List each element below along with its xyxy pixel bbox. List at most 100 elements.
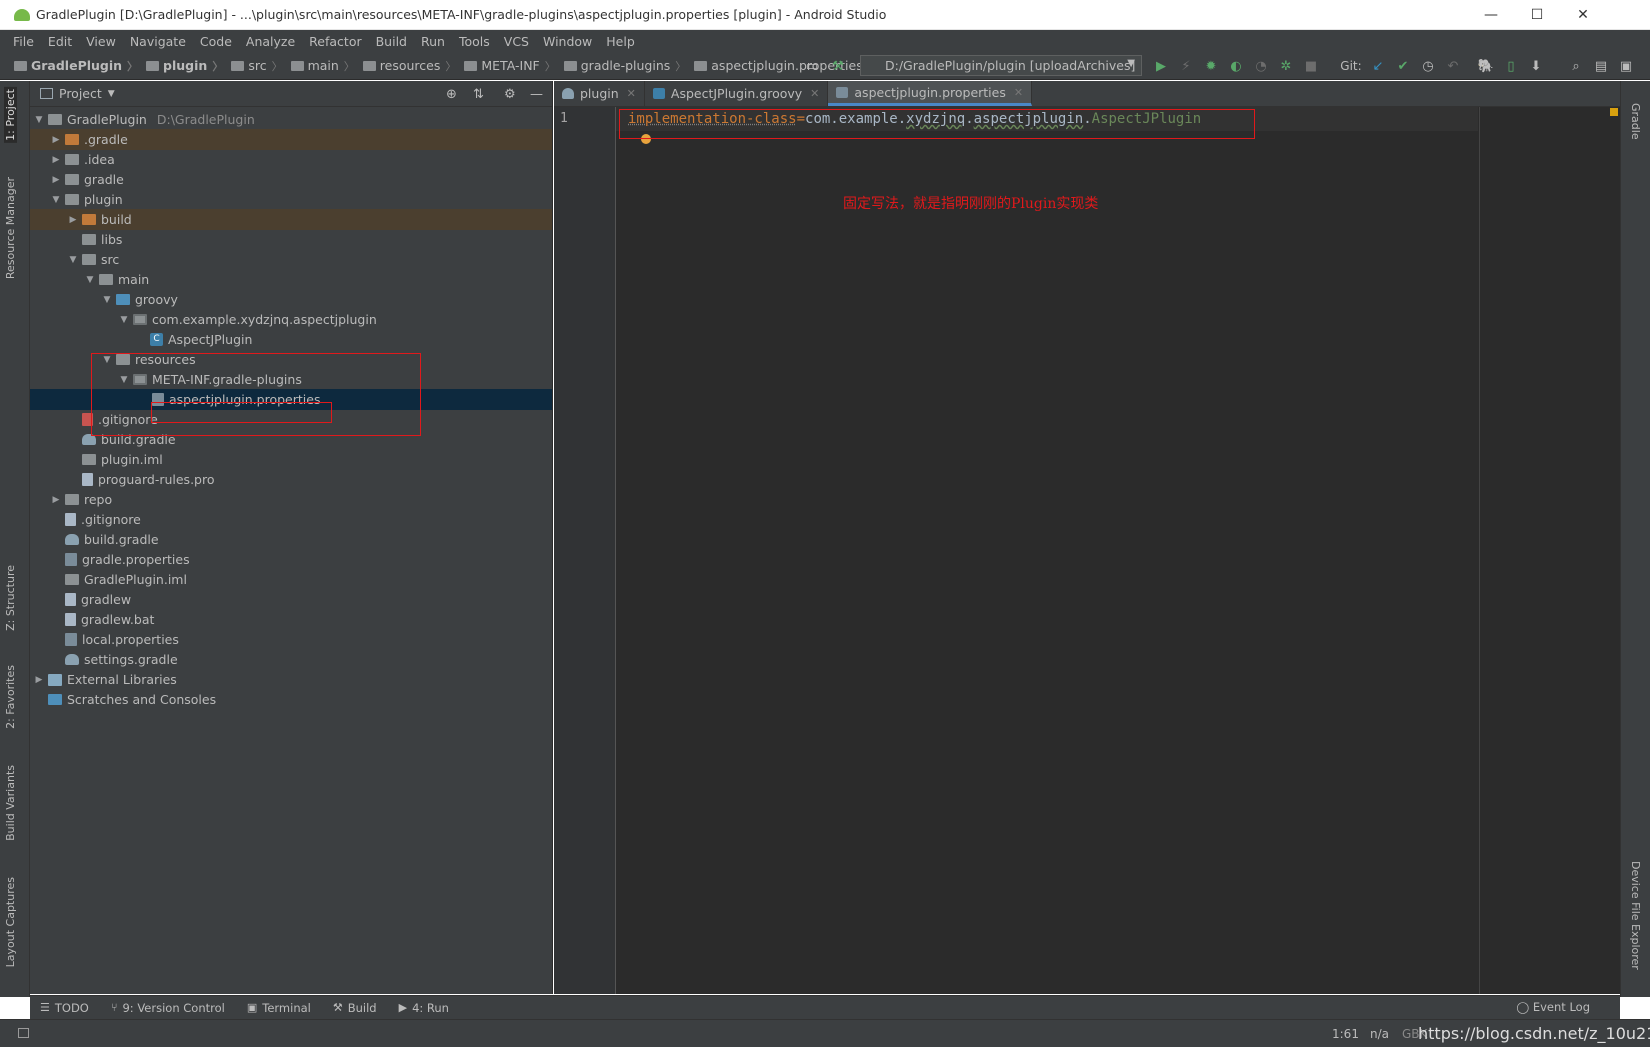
breadcrumb-item[interactable]: META-INF 〉: [458, 58, 557, 74]
breadcrumb-item[interactable]: resources 〉: [357, 58, 459, 74]
folder-icon: [464, 60, 478, 71]
tool-tab-todo[interactable]: ☰ TODO: [40, 1001, 89, 1015]
collapse-all-icon[interactable]: ⇅: [473, 87, 484, 102]
tree-item[interactable]: gradle.properties: [30, 549, 552, 570]
tree-item[interactable]: ▼ groovy: [30, 289, 552, 310]
menu-view[interactable]: View: [79, 34, 123, 49]
tree-item[interactable]: ▼ main: [30, 269, 552, 290]
menu-edit[interactable]: Edit: [41, 34, 79, 49]
sdk-manager-icon[interactable]: ⬇: [1528, 58, 1544, 74]
menu-navigate[interactable]: Navigate: [123, 34, 193, 49]
tool-tab-device-file-explorer[interactable]: Device File Explorer: [1629, 861, 1642, 970]
tool-tab-terminal[interactable]: ▣ Terminal: [247, 1001, 311, 1015]
tool-tab-run[interactable]: ▶ 4: Run: [399, 1001, 449, 1015]
breadcrumb-item[interactable]: src 〉: [225, 58, 284, 74]
tree-item[interactable]: gradlew.bat: [30, 609, 552, 630]
close-tab-icon[interactable]: ✕: [627, 87, 636, 100]
warning-stripe-marker[interactable]: [1610, 108, 1618, 116]
debug-icon[interactable]: ✹: [1203, 58, 1219, 74]
tree-item[interactable]: Scratches and Consoles: [30, 689, 552, 710]
tree-item[interactable]: ▶ .idea: [30, 149, 552, 170]
tool-tab-favorites[interactable]: 2: Favorites: [4, 665, 17, 729]
tree-item[interactable]: ▶ repo: [30, 489, 552, 510]
tool-tab-build-variants[interactable]: Build Variants: [4, 765, 17, 841]
sync-gradle-icon[interactable]: 🐘: [1478, 58, 1494, 74]
tab-plugin[interactable]: plugin ✕: [554, 81, 645, 106]
tool-tab-event-log[interactable]: ◯ Event Log: [1516, 1000, 1590, 1014]
breadcrumb-item[interactable]: gradle-plugins 〉: [558, 58, 689, 74]
menu-build[interactable]: Build: [369, 34, 414, 49]
minimize-button[interactable]: —: [1468, 0, 1514, 30]
tree-item[interactable]: proguard-rules.pro: [30, 469, 552, 490]
tree-item[interactable]: GradlePlugin.iml: [30, 569, 552, 590]
avd-manager-icon[interactable]: ▯: [1503, 58, 1519, 74]
tool-tab-build[interactable]: ⚒ Build: [333, 1001, 377, 1015]
caret-position[interactable]: 1:61: [1332, 1027, 1359, 1041]
project-structure-icon[interactable]: ▭: [804, 58, 820, 74]
tree-item[interactable]: settings.gradle: [30, 649, 552, 670]
menu-analyze[interactable]: Analyze: [239, 34, 302, 49]
menu-refactor[interactable]: Refactor: [302, 34, 368, 49]
tree-item[interactable]: ▶ .gradle: [30, 129, 552, 150]
vcs-update-icon[interactable]: ↙: [1370, 58, 1386, 74]
project-view-icon[interactable]: ▤: [1593, 58, 1609, 74]
apply-changes-icon[interactable]: ⚡: [1178, 58, 1194, 74]
tree-item[interactable]: ▼ src: [30, 249, 552, 270]
tree-item[interactable]: .gitignore: [30, 509, 552, 530]
close-tab-icon[interactable]: ✕: [1014, 86, 1023, 99]
attach-debugger-icon[interactable]: ✲: [1278, 58, 1294, 74]
menu-window[interactable]: Window: [536, 34, 599, 49]
breadcrumb-item[interactable]: main 〉: [285, 58, 357, 74]
tool-tab-gradle[interactable]: Gradle: [1629, 103, 1642, 140]
code-editor[interactable]: 1 implementation-class=com.example.xydzj…: [554, 107, 1620, 994]
breadcrumb-item[interactable]: plugin 〉: [140, 58, 225, 74]
coverage-icon[interactable]: ◐: [1228, 58, 1244, 74]
stop-icon[interactable]: ■: [1303, 58, 1319, 74]
account-icon[interactable]: ▣: [1618, 58, 1634, 74]
tree-item[interactable]: gradlew: [30, 589, 552, 610]
tree-item[interactable]: ▼ plugin: [30, 189, 552, 210]
tool-tab-project[interactable]: 1: Project: [4, 87, 17, 143]
tree-item[interactable]: ▶ build: [30, 209, 552, 230]
project-view-selector[interactable]: Project: [59, 86, 102, 101]
chevron-down-icon[interactable]: ▼: [108, 89, 115, 99]
menu-vcs[interactable]: VCS: [497, 34, 536, 49]
tool-tab-structure[interactable]: Z: Structure: [4, 565, 17, 631]
search-icon[interactable]: ⌕: [1568, 58, 1584, 74]
tree-item[interactable]: ▼ com.example.xydzjnq.aspectjplugin: [30, 309, 552, 330]
tree-item[interactable]: build.gradle: [30, 529, 552, 550]
menu-help[interactable]: Help: [599, 34, 642, 49]
tree-item[interactable]: C AspectJPlugin: [30, 329, 552, 350]
tree-item[interactable]: libs: [30, 229, 552, 250]
menu-file[interactable]: File: [6, 34, 41, 49]
tree-item[interactable]: ▶ External Libraries: [30, 669, 552, 690]
menu-code[interactable]: Code: [193, 34, 239, 49]
tool-tab-layout-captures[interactable]: Layout Captures: [4, 877, 17, 967]
tree-item[interactable]: ▼ GradlePlugin D:\GradlePlugin: [30, 109, 552, 130]
hide-panel-icon[interactable]: —: [530, 87, 543, 102]
vcs-history-icon[interactable]: ◷: [1420, 58, 1436, 74]
profile-icon[interactable]: ◔: [1253, 58, 1269, 74]
menu-tools[interactable]: Tools: [452, 34, 497, 49]
tree-item[interactable]: plugin.iml: [30, 449, 552, 470]
run-configuration-select[interactable]: D:/GradlePlugin/plugin [uploadArchives] …: [860, 55, 1142, 76]
breadcrumb-item[interactable]: GradlePlugin 〉: [8, 58, 140, 74]
line-separator[interactable]: n/a: [1370, 1027, 1389, 1041]
tree-item[interactable]: local.properties: [30, 629, 552, 650]
vcs-rollback-icon[interactable]: ↶: [1445, 58, 1461, 74]
maximize-button[interactable]: ☐: [1514, 0, 1560, 30]
menu-run[interactable]: Run: [414, 34, 452, 49]
make-project-icon[interactable]: ⚒: [830, 58, 846, 74]
tool-tab-version-control[interactable]: ⑂ 9: Version Control: [111, 1001, 225, 1015]
tab-aspectjplugin-groovy[interactable]: AspectJPlugin.groovy ✕: [645, 81, 829, 106]
gear-icon[interactable]: ⚙: [504, 87, 516, 102]
toggle-tool-windows-icon[interactable]: [18, 1028, 29, 1038]
vcs-commit-icon[interactable]: ✔: [1395, 58, 1411, 74]
tree-item[interactable]: ▶ gradle: [30, 169, 552, 190]
tab-aspectjplugin-properties[interactable]: aspectjplugin.properties ✕: [828, 81, 1033, 106]
run-icon[interactable]: ▶: [1153, 58, 1169, 74]
tool-tab-resource-manager[interactable]: Resource Manager: [4, 177, 17, 279]
locate-icon[interactable]: ⊕: [446, 87, 457, 102]
close-button[interactable]: ✕: [1560, 0, 1606, 30]
close-tab-icon[interactable]: ✕: [810, 87, 819, 100]
